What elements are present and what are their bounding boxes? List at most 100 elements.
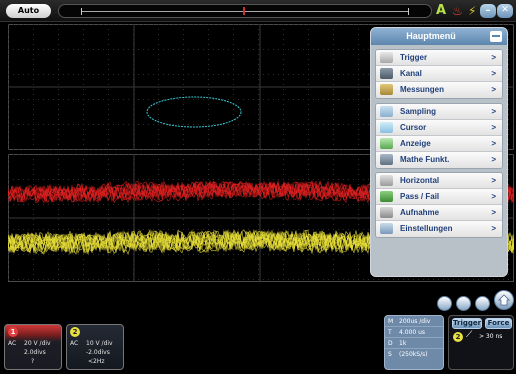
grid-dot — [248, 229, 249, 230]
grid-dot — [8, 44, 9, 45]
grid-dot — [208, 54, 209, 55]
grid-dot — [258, 84, 259, 85]
grid-dot — [333, 114, 334, 115]
menu-item-kanal[interactable]: Kanal > — [376, 66, 502, 82]
grid-dot — [148, 279, 149, 280]
grid-dot — [33, 124, 34, 125]
menu-item-cursor[interactable]: Cursor > — [376, 120, 502, 136]
grid-dot — [78, 149, 79, 150]
grid-dot — [183, 209, 184, 210]
grid-dot — [313, 49, 314, 50]
grid-dot — [508, 94, 509, 95]
home-icon[interactable] — [494, 290, 514, 310]
ch2-level-marker[interactable]: 2 — [8, 237, 10, 246]
grid-dot — [8, 174, 9, 175]
grid-dot — [58, 224, 59, 225]
grid-dot — [283, 119, 284, 120]
grid-dot — [368, 49, 369, 50]
grid-dot — [243, 154, 244, 155]
grid-dot — [208, 44, 209, 45]
timeline-trigger-marker[interactable] — [243, 7, 245, 15]
grid-dot — [178, 229, 179, 230]
force-button[interactable]: Force — [485, 318, 512, 329]
grid-dot — [293, 49, 294, 50]
grid-dot — [83, 79, 84, 80]
close-button[interactable]: ✕ — [497, 4, 513, 18]
timebase-panel[interactable]: M 200us /div T 4.000 us D 1k S (250kS/s) — [384, 315, 444, 370]
grid-dot — [158, 49, 159, 50]
menu-item-horizontal[interactable]: Horizontal > — [376, 173, 502, 189]
grid-dot — [28, 179, 29, 180]
grid-dot — [323, 229, 324, 230]
grid-dot — [268, 149, 269, 150]
grid-dot — [493, 279, 494, 280]
grid-dot — [23, 229, 24, 230]
auto-button[interactable]: Auto — [6, 4, 51, 18]
grid-dot — [58, 39, 59, 40]
save-icon[interactable] — [456, 296, 471, 311]
grid-dot — [193, 74, 194, 75]
grid-dot — [353, 179, 354, 180]
channel-2-panel[interactable]: 2 AC 10 V /div -2.0divs <2Hz — [66, 324, 124, 370]
grid-dot — [323, 179, 324, 180]
channel-1-panel[interactable]: 1 AC 20 V /div 2.0divs ? — [4, 324, 62, 370]
ch1-level-marker[interactable]: 1 — [8, 186, 10, 195]
grid-dot — [83, 119, 84, 120]
grid-dot — [68, 154, 69, 155]
menu-item-aufnahme[interactable]: Aufnahme > — [376, 205, 502, 221]
grid-dot — [358, 29, 359, 30]
grid-dot — [118, 24, 119, 25]
grid-dot — [183, 259, 184, 260]
grid-dot — [53, 204, 54, 205]
menu-item-pass-fail[interactable]: Pass / Fail > — [376, 189, 502, 205]
grid-dot — [183, 264, 184, 265]
trigger-button[interactable]: Trigger — [452, 318, 482, 329]
grid-dot — [363, 254, 364, 255]
grid-dot — [343, 279, 344, 280]
grid-dot — [223, 154, 224, 155]
wrench-icon — [380, 175, 393, 186]
autoset-a-icon[interactable]: A — [436, 3, 446, 19]
snapshot-icon[interactable] — [437, 296, 452, 311]
grid-dot — [93, 99, 94, 100]
grid-dot — [508, 149, 509, 150]
menu-item-messungen[interactable]: Messungen > — [376, 82, 502, 98]
grid-dot — [283, 209, 284, 210]
menu-item-mathe-funkt[interactable]: Mathe Funkt. > — [376, 152, 502, 168]
grid-dot — [468, 24, 469, 25]
folder-icon[interactable] — [475, 296, 490, 311]
grid-dot — [148, 49, 149, 50]
minimize-button[interactable]: – — [480, 4, 496, 18]
menu-item-einstellungen[interactable]: Einstellungen > — [376, 221, 502, 237]
menu-collapse-icon[interactable] — [490, 31, 502, 42]
trigger-source-badge[interactable]: 2 — [453, 332, 463, 342]
grid-dot — [63, 74, 64, 75]
timebase-key: D — [388, 340, 393, 347]
grid-dot — [53, 74, 54, 75]
grid-dot — [128, 99, 129, 100]
grid-dot — [28, 99, 29, 100]
timeline-slider[interactable] — [58, 4, 432, 18]
grid-dot — [363, 99, 364, 100]
grid-dot — [8, 124, 9, 125]
grid-dot — [23, 254, 24, 255]
menu-item-sampling[interactable]: Sampling > — [376, 104, 502, 120]
menu-item-trigger[interactable]: Trigger > — [376, 50, 502, 66]
grid-dot — [508, 179, 509, 180]
bolt-icon[interactable]: ⚡ — [468, 3, 476, 19]
grid-dot — [68, 204, 69, 205]
menu-item-anzeige[interactable]: Anzeige > — [376, 136, 502, 152]
grid-dot — [208, 39, 209, 40]
grid-dot — [158, 169, 159, 170]
grid-dot — [123, 179, 124, 180]
grid-dot — [108, 169, 109, 170]
grid-dot — [93, 204, 94, 205]
grid-dot — [263, 154, 264, 155]
grid-dot — [333, 39, 334, 40]
grid-dot — [108, 204, 109, 205]
grid-dot — [158, 229, 159, 230]
grid-dot — [308, 274, 309, 275]
fire-icon[interactable]: ♨ — [452, 3, 463, 19]
grid-dot — [488, 24, 489, 25]
grid-dot — [318, 49, 319, 50]
